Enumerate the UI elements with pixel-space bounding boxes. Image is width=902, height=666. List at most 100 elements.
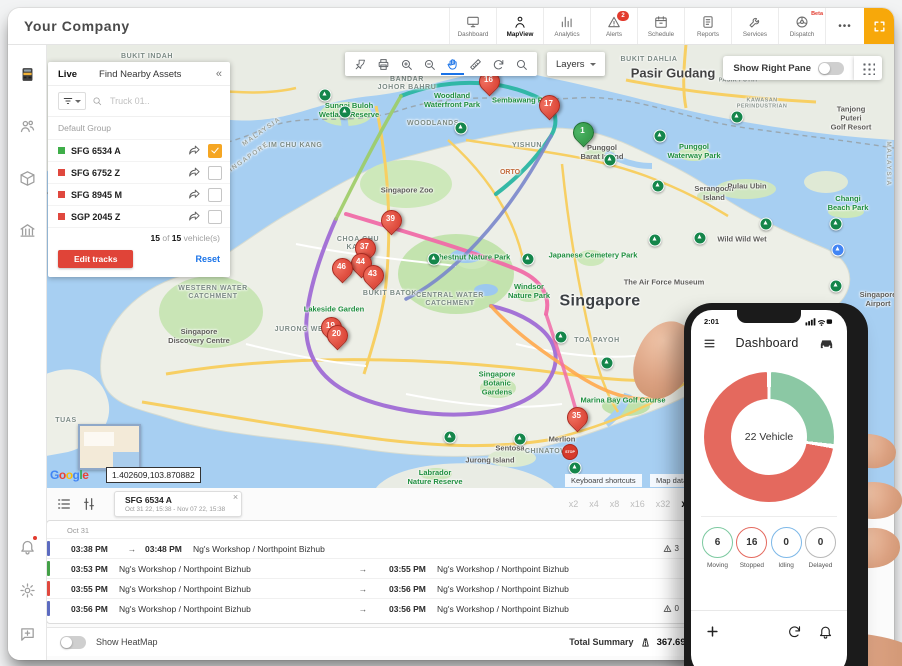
map-marker-46[interactable]: 46 xyxy=(332,258,352,282)
timeline-tab-close-icon[interactable]: × xyxy=(233,492,238,502)
park-pin-icon[interactable] xyxy=(649,234,662,247)
share-track-icon[interactable] xyxy=(188,210,201,223)
park-pin-icon[interactable] xyxy=(455,122,468,135)
layers-dropdown[interactable]: Layers xyxy=(547,52,605,76)
vehicle-checkbox[interactable] xyxy=(208,166,222,180)
park-pin-icon[interactable] xyxy=(514,433,527,446)
hamburger-menu-icon[interactable] xyxy=(703,337,716,350)
park-pin-icon[interactable] xyxy=(601,357,614,370)
map-marker-17[interactable]: 17 xyxy=(539,95,559,119)
timeline-list-button[interactable] xyxy=(56,496,72,512)
vehicle-row[interactable]: SFG 6752 Z xyxy=(48,162,230,184)
park-pin-icon[interactable] xyxy=(652,180,665,193)
park-pin-icon[interactable] xyxy=(654,130,667,143)
park-pin-icon[interactable] xyxy=(555,331,568,344)
vehicle-checkbox[interactable] xyxy=(208,188,222,202)
donut-hole: 22 Vehicle xyxy=(731,399,807,475)
park-pin-icon[interactable] xyxy=(319,89,332,102)
map-tool-zoom-out[interactable] xyxy=(418,53,441,75)
park-pin-icon[interactable] xyxy=(339,106,352,119)
park-pin-icon[interactable] xyxy=(604,154,617,167)
tab-find-nearby-assets[interactable]: Find Nearby Assets xyxy=(99,69,181,80)
nav-item-alerts[interactable]: Alerts2 xyxy=(590,8,637,44)
vehicle-status-donut-chart[interactable]: 22 Vehicle xyxy=(704,372,834,502)
filter-button[interactable] xyxy=(58,92,86,110)
sidebar-item-users[interactable] xyxy=(8,104,46,148)
vehicle-search-input[interactable] xyxy=(108,95,207,107)
map-tool-hand[interactable] xyxy=(441,53,464,75)
park-pin-icon[interactable] xyxy=(428,253,441,266)
nav-more-button[interactable]: ••• xyxy=(825,8,864,44)
vehicle-icon[interactable] xyxy=(818,335,835,352)
group-label[interactable]: Default Group xyxy=(48,117,230,140)
phone-stat-moving[interactable]: 6Moving xyxy=(701,527,734,569)
map-marker-stop[interactable]: STOP xyxy=(562,444,578,460)
speed-x2[interactable]: x2 xyxy=(569,499,579,509)
sidebar-item-gear[interactable] xyxy=(8,568,46,612)
timeline-settings-button[interactable] xyxy=(81,496,97,512)
map-marker-39[interactable]: 39 xyxy=(381,210,401,234)
map-marker-35[interactable]: 35 xyxy=(567,407,587,431)
map-tool-refresh[interactable] xyxy=(487,53,510,75)
apps-grid-button[interactable] xyxy=(854,56,882,80)
poi-pin-icon[interactable] xyxy=(832,244,845,257)
map-tool-printer[interactable] xyxy=(372,53,395,75)
map-marker-20[interactable]: 20 xyxy=(327,325,347,349)
map-marker-1[interactable]: 1 xyxy=(573,122,593,146)
nav-item-analytics[interactable]: Analytics xyxy=(543,8,590,44)
minimap[interactable] xyxy=(78,424,141,470)
show-right-pane-toggle[interactable] xyxy=(818,62,844,75)
edit-tracks-button[interactable]: Edit tracks xyxy=(58,250,133,268)
share-track-icon[interactable] xyxy=(188,144,201,157)
speed-x32[interactable]: x32 xyxy=(656,499,671,509)
speed-x8[interactable]: x8 xyxy=(610,499,620,509)
panel-collapse-button[interactable]: « xyxy=(216,68,222,80)
nav-item-reports[interactable]: Reports xyxy=(684,8,731,44)
nav-item-schedule[interactable]: Schedule xyxy=(637,8,684,44)
phone-stat-idling[interactable]: 0Idling xyxy=(770,527,803,569)
map-tool-search[interactable] xyxy=(510,53,533,75)
speed-x16[interactable]: x16 xyxy=(630,499,645,509)
map-tool-ruler[interactable] xyxy=(464,53,487,75)
sidebar-item-feedback[interactable] xyxy=(8,612,46,656)
nav-item-dispatch[interactable]: DispatchBeta xyxy=(778,8,825,44)
notifications-bell-icon[interactable] xyxy=(818,624,833,639)
share-track-icon[interactable] xyxy=(188,166,201,179)
reset-link[interactable]: Reset xyxy=(195,254,220,264)
nav-item-services[interactable]: Services xyxy=(731,8,778,44)
sidebar-item-truck[interactable] xyxy=(8,52,46,96)
refresh-button[interactable] xyxy=(787,624,802,639)
sidebar-item-boxes[interactable] xyxy=(8,156,46,200)
vehicle-row[interactable]: SFG 6534 A xyxy=(48,140,230,162)
park-pin-icon[interactable] xyxy=(694,232,707,245)
park-pin-icon[interactable] xyxy=(569,462,582,475)
phone-stat-delayed[interactable]: 0Delayed xyxy=(804,527,837,569)
heatmap-toggle[interactable] xyxy=(60,636,86,649)
speed-x4[interactable]: x4 xyxy=(589,499,599,509)
nav-item-mapview[interactable]: MapView xyxy=(496,8,543,44)
park-pin-icon[interactable] xyxy=(731,111,744,124)
map-marker-43[interactable]: 43 xyxy=(363,265,383,289)
park-pin-icon[interactable] xyxy=(830,280,843,293)
keyboard-shortcuts-link[interactable]: Keyboard shortcuts xyxy=(565,474,642,487)
map-tool-zoom-in[interactable] xyxy=(395,53,418,75)
park-pin-icon[interactable] xyxy=(522,253,535,266)
truck-icon xyxy=(19,66,36,83)
map-tool-pin[interactable] xyxy=(349,53,372,75)
sidebar-item-building[interactable] xyxy=(8,208,46,252)
park-pin-icon[interactable] xyxy=(444,431,457,444)
share-track-icon[interactable] xyxy=(188,188,201,201)
vehicle-row[interactable]: SFG 8945 M xyxy=(48,184,230,206)
vehicle-row[interactable]: SGP 2045 Z xyxy=(48,206,230,228)
vehicle-checkbox[interactable] xyxy=(208,210,222,224)
expand-corner-button[interactable] xyxy=(864,8,894,44)
park-pin-icon[interactable] xyxy=(830,218,843,231)
park-pin-icon[interactable] xyxy=(760,218,773,231)
add-button[interactable] xyxy=(705,624,720,639)
vehicle-checkbox[interactable] xyxy=(208,144,222,158)
phone-stat-stopped[interactable]: 16Stopped xyxy=(735,527,768,569)
tab-live[interactable]: Live xyxy=(58,69,77,80)
nav-item-dashboard[interactable]: Dashboard xyxy=(449,8,496,44)
timeline-vehicle-tab[interactable]: SFG 6534 A Oct 31 22, 15:38 - Nov 07 22,… xyxy=(114,491,242,517)
sidebar-item-bell[interactable] xyxy=(8,524,46,568)
